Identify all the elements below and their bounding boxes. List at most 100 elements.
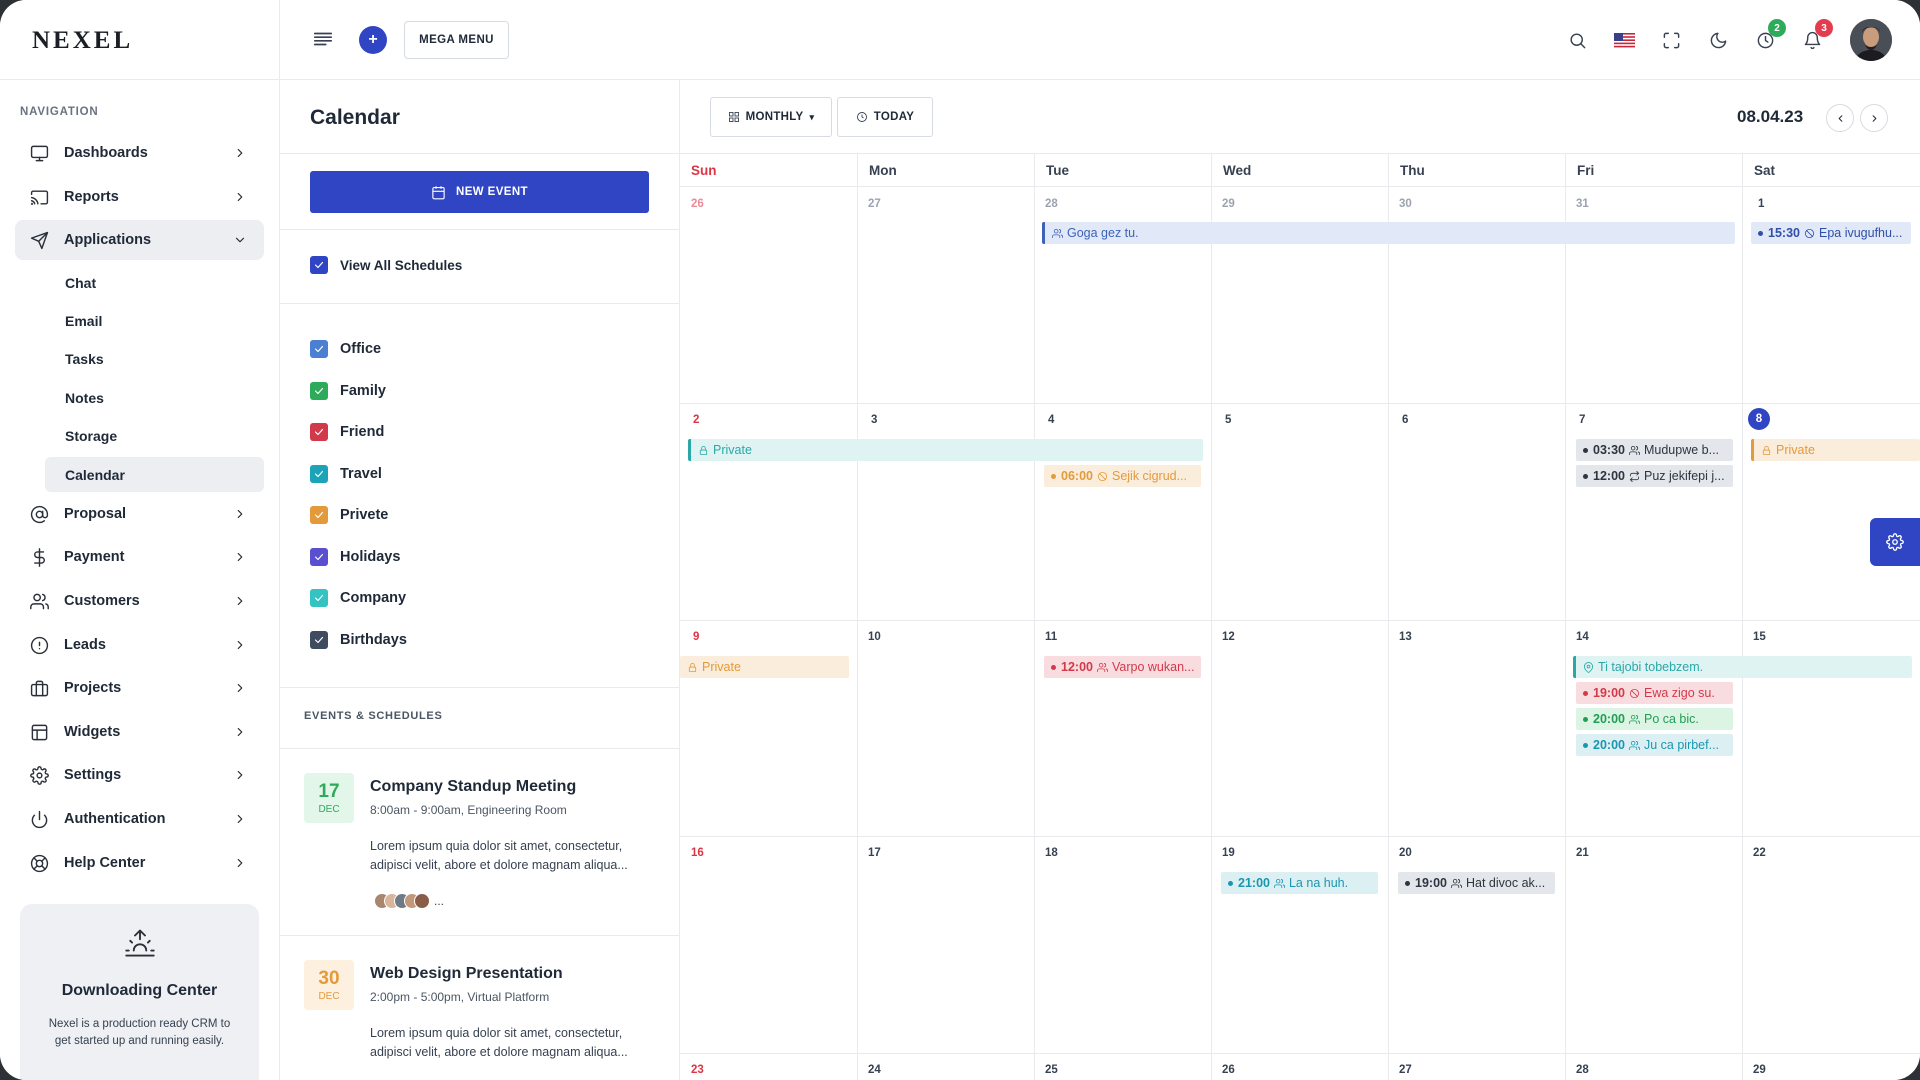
day-number[interactable]: 13	[1399, 631, 1412, 643]
sidebar-item-settings[interactable]: Settings	[15, 755, 264, 795]
sidebar-item-payment[interactable]: Payment	[15, 537, 264, 577]
sidebar-item-applications[interactable]: Applications	[15, 220, 264, 260]
day-number[interactable]: 6	[1402, 414, 1408, 426]
day-number[interactable]: 2	[693, 414, 699, 426]
day-number[interactable]: 17	[868, 847, 881, 859]
day-number[interactable]: 11	[1045, 631, 1057, 643]
day-number[interactable]: 14	[1576, 631, 1589, 643]
sidebar-subitem-storage[interactable]: Storage	[45, 418, 264, 453]
day-number[interactable]: 3	[871, 414, 877, 426]
add-button[interactable]: +	[359, 26, 387, 54]
view-all-schedules-checkbox[interactable]: View All Schedules	[310, 256, 462, 274]
event-card[interactable]: 17 DEC Company Standup Meeting 8:00am - …	[280, 749, 679, 936]
next-month-button[interactable]	[1860, 104, 1888, 132]
prev-month-button[interactable]	[1826, 104, 1854, 132]
day-number[interactable]: 23	[691, 1064, 704, 1076]
day-number[interactable]: 30	[1399, 198, 1412, 210]
day-number[interactable]: 29	[1753, 1064, 1766, 1076]
calendar-event[interactable]: 15:30 Epa ivugufhu...	[1751, 222, 1911, 244]
sidebar-subitem-tasks[interactable]: Tasks	[45, 341, 264, 376]
sidebar-item-customers[interactable]: Customers	[15, 581, 264, 621]
avatar[interactable]	[1850, 19, 1892, 61]
event-text: Goga gez tu.	[1067, 226, 1139, 240]
day-number[interactable]: 4	[1048, 414, 1054, 426]
sidebar-subitem-calendar[interactable]: Calendar	[45, 457, 264, 492]
calendar-event[interactable]: 20:00 Po ca bic.	[1576, 708, 1733, 730]
schedule-filter-company[interactable]: Company	[310, 589, 406, 607]
day-number[interactable]: 25	[1045, 1064, 1058, 1076]
sidebar-subitem-notes[interactable]: Notes	[45, 380, 264, 415]
sidebar-subitem-chat[interactable]: Chat	[45, 265, 264, 300]
sidebar-item-proposal[interactable]: Proposal	[15, 494, 264, 534]
today-day-number[interactable]: 8	[1748, 408, 1770, 430]
sidebar-item-leads[interactable]: Leads	[15, 625, 264, 665]
menu-toggle-icon[interactable]	[310, 26, 336, 52]
day-number[interactable]: 31	[1576, 198, 1589, 210]
sidebar-item-widgets[interactable]: Widgets	[15, 712, 264, 752]
calendar-event[interactable]: 21:00 La na huh.	[1221, 872, 1378, 894]
moon-icon[interactable]	[1707, 29, 1729, 51]
calendar-event[interactable]: 19:00 Hat divoc ak...	[1398, 872, 1555, 894]
calendar-event[interactable]: Private	[680, 656, 849, 678]
day-number[interactable]: 27	[868, 198, 881, 210]
day-number[interactable]: 29	[1222, 198, 1235, 210]
brand-logo[interactable]: NEXEL	[32, 27, 133, 54]
search-icon[interactable]	[1566, 29, 1588, 51]
day-number[interactable]: 5	[1225, 414, 1231, 426]
schedule-filter-family[interactable]: Family	[310, 382, 386, 400]
calendar-event[interactable]: 20:00 Ju ca pirbef...	[1576, 734, 1733, 756]
calendar-event[interactable]: 12:00 Varpo wukan...	[1044, 656, 1201, 678]
day-number[interactable]: 15	[1753, 631, 1766, 643]
day-number[interactable]: 24	[868, 1064, 881, 1076]
day-number[interactable]: 27	[1399, 1064, 1412, 1076]
schedule-filter-friend[interactable]: Friend	[310, 423, 384, 441]
schedule-filter-holidays[interactable]: Holidays	[310, 548, 400, 566]
lock-icon	[1762, 445, 1771, 455]
new-event-button[interactable]: NEW EVENT	[310, 171, 649, 213]
schedule-filter-office[interactable]: Office	[310, 340, 381, 358]
schedule-filter-birthdays[interactable]: Birthdays	[310, 631, 407, 649]
calendar-event[interactable]: 19:00 Ewa zigo su.	[1576, 682, 1733, 704]
day-number[interactable]: 20	[1399, 847, 1412, 859]
event-card[interactable]: 30 DEC Web Design Presentation 2:00pm - …	[280, 936, 679, 1080]
mega-menu-button[interactable]: MEGA MENU	[404, 21, 509, 59]
day-number[interactable]: 10	[868, 631, 881, 643]
sidebar-item-reports[interactable]: Reports	[15, 177, 264, 217]
day-number[interactable]: 12	[1222, 631, 1235, 643]
calendar-event[interactable]: 03:30 Mudupwe b...	[1576, 439, 1733, 461]
calendar-event[interactable]: Private	[688, 439, 1203, 461]
sidebar-item-authentication[interactable]: Authentication	[15, 799, 264, 839]
day-number[interactable]: 28	[1045, 198, 1058, 210]
today-button[interactable]: TODAY	[837, 97, 933, 137]
day-number[interactable]: 7	[1579, 414, 1585, 426]
fullscreen-icon[interactable]	[1660, 29, 1682, 51]
day-number[interactable]: 1	[1758, 198, 1764, 210]
day-number[interactable]: 21	[1576, 847, 1589, 859]
schedule-filter-travel[interactable]: Travel	[310, 465, 382, 483]
sidebar-subitem-email[interactable]: Email	[45, 303, 264, 338]
activity-clock-icon[interactable]: 2	[1754, 19, 1786, 51]
calendar-event[interactable]: Private	[1751, 439, 1920, 461]
day-number[interactable]: 9	[693, 631, 699, 643]
sidebar-item-label: Projects	[64, 680, 122, 696]
day-number[interactable]: 28	[1576, 1064, 1589, 1076]
day-number[interactable]: 26	[1222, 1064, 1235, 1076]
day-number[interactable]: 18	[1045, 847, 1058, 859]
us-flag-icon[interactable]	[1613, 29, 1635, 51]
day-number[interactable]: 16	[691, 847, 704, 859]
calendar-event[interactable]: 12:00 Puz jekifepi j...	[1576, 465, 1733, 487]
calendar-event[interactable]: Goga gez tu.	[1042, 222, 1735, 244]
day-number[interactable]: 19	[1222, 847, 1235, 859]
schedule-filter-privete[interactable]: Privete	[310, 506, 388, 524]
event-text: Po ca bic.	[1643, 712, 1699, 726]
settings-fab-button[interactable]	[1870, 518, 1920, 566]
sidebar-item-dashboards[interactable]: Dashboards	[15, 133, 264, 173]
sidebar-item-help-center[interactable]: Help Center	[15, 843, 264, 883]
sidebar-item-projects[interactable]: Projects	[15, 668, 264, 708]
bell-icon[interactable]: 3	[1801, 19, 1833, 51]
calendar-event[interactable]: Ti tajobi tobebzem.	[1573, 656, 1912, 678]
day-number[interactable]: 22	[1753, 847, 1766, 859]
day-number[interactable]: 26	[691, 198, 704, 210]
view-mode-dropdown[interactable]: MONTHLY ▾	[710, 97, 832, 137]
calendar-event[interactable]: 06:00 Sejik cigrud...	[1044, 465, 1201, 487]
